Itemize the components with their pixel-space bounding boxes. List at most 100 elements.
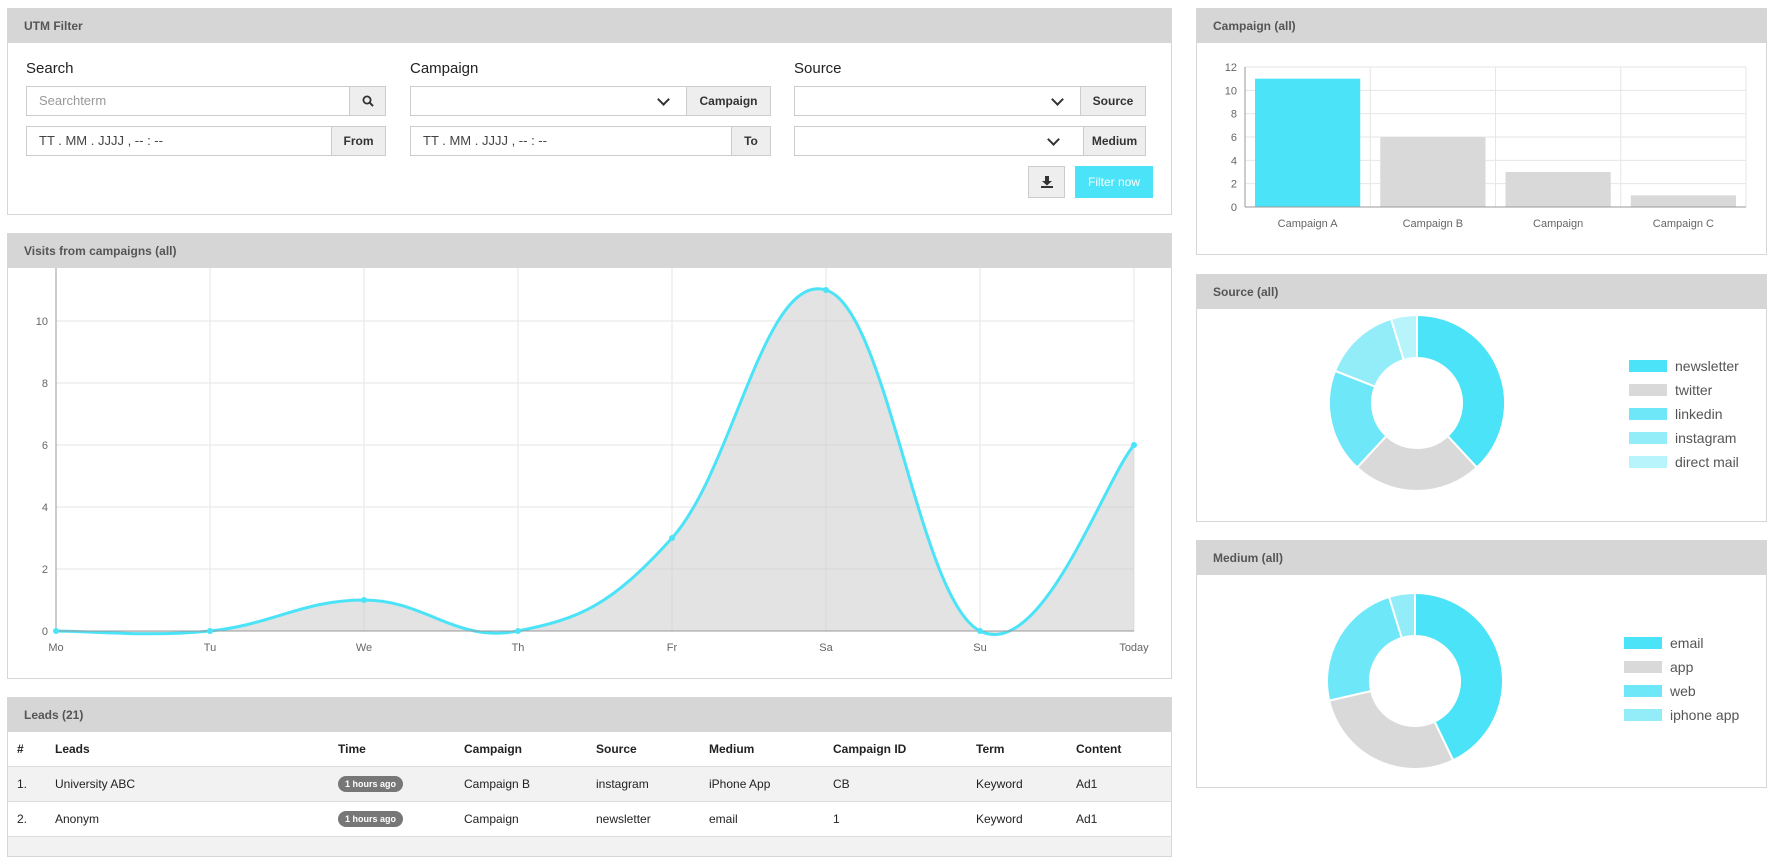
visits-line-chart: 024681012MoTuWeThFrSaSuToday	[8, 268, 1171, 678]
y-tick-label: 12	[1225, 62, 1237, 74]
from-button[interactable]: From	[331, 126, 386, 156]
source-button[interactable]: Source	[1080, 86, 1146, 116]
search-icon	[362, 95, 374, 107]
time-badge: 1 hours ago	[338, 776, 403, 792]
x-tick-label: Th	[512, 642, 525, 654]
campaign-button[interactable]: Campaign	[686, 86, 771, 116]
leads-title: Leads (21)	[8, 698, 1171, 732]
cell-campaign-id: 1	[824, 802, 967, 837]
cell-campaign: Campaign	[455, 802, 587, 837]
campaign-bar-chart: 024681012Campaign ACampaign BCampaignCam…	[1197, 43, 1766, 253]
source-donut-chart: newsletter twitter linkedin instagram direct…	[1197, 309, 1766, 521]
bar	[1380, 137, 1485, 207]
pie-slice	[1329, 691, 1453, 769]
campaign-chart-title: Campaign (all)	[1197, 9, 1766, 43]
data-point	[977, 628, 983, 634]
column-header[interactable]: Source	[587, 732, 700, 767]
cell-source: newsletter	[587, 802, 700, 837]
bar	[1631, 195, 1736, 207]
cell-time: 1 hours ago	[329, 802, 455, 837]
source-panel: Source (all) newsletter twitter linkedin in…	[1196, 274, 1767, 522]
legend-swatch	[1629, 456, 1667, 468]
medium-chart-title: Medium (all)	[1197, 541, 1766, 575]
source-select[interactable]	[794, 86, 1088, 116]
y-tick-label: 6	[42, 440, 48, 452]
visits-panel: Visits from campaigns (all) 024681012MoT…	[7, 233, 1172, 679]
visits-title: Visits from campaigns (all)	[8, 234, 1171, 268]
y-tick-label: 10	[36, 316, 48, 328]
cell-index: 2.	[8, 802, 46, 837]
to-date-input[interactable]: TT . MM . JJJJ , -- : --	[410, 126, 732, 156]
legend-swatch	[1624, 661, 1662, 673]
cell-campaign-id: CB	[824, 767, 967, 802]
column-header[interactable]: Leads	[46, 732, 329, 767]
y-tick-label: 4	[1231, 155, 1237, 167]
y-tick-label: 0	[42, 626, 48, 638]
legend-label: linkedin	[1675, 406, 1722, 422]
series-line	[56, 289, 1134, 635]
data-point	[207, 628, 213, 634]
cell-index: 1.	[8, 767, 46, 802]
legend-label: instagram	[1675, 430, 1736, 446]
to-button[interactable]: To	[731, 126, 771, 156]
cell-medium: iPhone App	[700, 767, 824, 802]
x-tick-label: Today	[1119, 642, 1149, 654]
y-tick-label: 8	[42, 378, 48, 390]
time-badge: 1 hours ago	[338, 811, 403, 827]
legend-label: newsletter	[1675, 358, 1739, 374]
filter-now-button[interactable]: Filter now	[1075, 166, 1153, 198]
x-tick-label: Sa	[819, 642, 833, 654]
legend-label: web	[1669, 683, 1696, 699]
x-tick-label: Campaign B	[1403, 218, 1464, 230]
column-header[interactable]: Campaign	[455, 732, 587, 767]
data-point	[1131, 442, 1137, 448]
table-row[interactable]: 2. Anonym 1 hours ago Campaign newslette…	[8, 802, 1172, 837]
campaign-select[interactable]	[410, 86, 694, 116]
utm-filter-title: UTM Filter	[8, 9, 1171, 43]
cell-medium: email	[700, 802, 824, 837]
legend-label: app	[1670, 659, 1694, 675]
cell-content: Ad1	[1067, 767, 1172, 802]
column-header[interactable]: Term	[967, 732, 1067, 767]
cell-lead[interactable]: University ABC	[46, 767, 329, 802]
search-label: Search	[26, 60, 74, 77]
column-header[interactable]: Time	[329, 732, 455, 767]
medium-panel: Medium (all) emailappwebiphone app	[1196, 540, 1767, 788]
bar	[1506, 172, 1611, 207]
source-chart-title: Source (all)	[1197, 275, 1766, 309]
legend-swatch	[1629, 408, 1667, 420]
cell-campaign: Campaign B	[455, 767, 587, 802]
legend-label: twitter	[1675, 382, 1713, 398]
y-tick-label: 6	[1231, 132, 1237, 144]
area-fill	[56, 289, 1134, 635]
legend-swatch	[1624, 637, 1662, 649]
cell-source: instagram	[587, 767, 700, 802]
from-date-input[interactable]: TT . MM . JJJJ , -- : --	[26, 126, 340, 156]
legend-label: direct mail	[1675, 454, 1739, 470]
download-button[interactable]	[1028, 166, 1065, 198]
table-row[interactable]: 1. University ABC 1 hours ago Campaign B…	[8, 767, 1172, 802]
cell-lead[interactable]: Anonym	[46, 802, 329, 837]
utm-filter-panel: UTM Filter Search Searchterm TT . MM . J…	[7, 8, 1172, 215]
leads-panel: Leads (21) # Leads Time Campaign Source …	[7, 697, 1172, 857]
x-tick-label: Su	[973, 642, 986, 654]
cell-content: Ad1	[1067, 802, 1172, 837]
data-point	[823, 287, 829, 293]
legend-swatch	[1624, 685, 1662, 697]
search-button[interactable]	[349, 86, 386, 116]
legend-swatch	[1629, 432, 1667, 444]
column-header[interactable]: Campaign ID	[824, 732, 967, 767]
column-header[interactable]: Content	[1067, 732, 1172, 767]
pie-slice	[1327, 597, 1402, 701]
y-tick-label: 0	[1231, 202, 1237, 214]
medium-button[interactable]: Medium	[1083, 126, 1146, 156]
search-input[interactable]: Searchterm	[26, 86, 357, 116]
cell-term: Keyword	[967, 767, 1067, 802]
legend-swatch	[1629, 384, 1667, 396]
column-header: #	[8, 732, 46, 767]
legend-swatch	[1624, 709, 1662, 721]
column-header[interactable]: Medium	[700, 732, 824, 767]
y-tick-label: 8	[1231, 109, 1237, 121]
medium-select[interactable]	[794, 126, 1084, 156]
medium-donut-chart: emailappwebiphone app	[1197, 575, 1766, 787]
